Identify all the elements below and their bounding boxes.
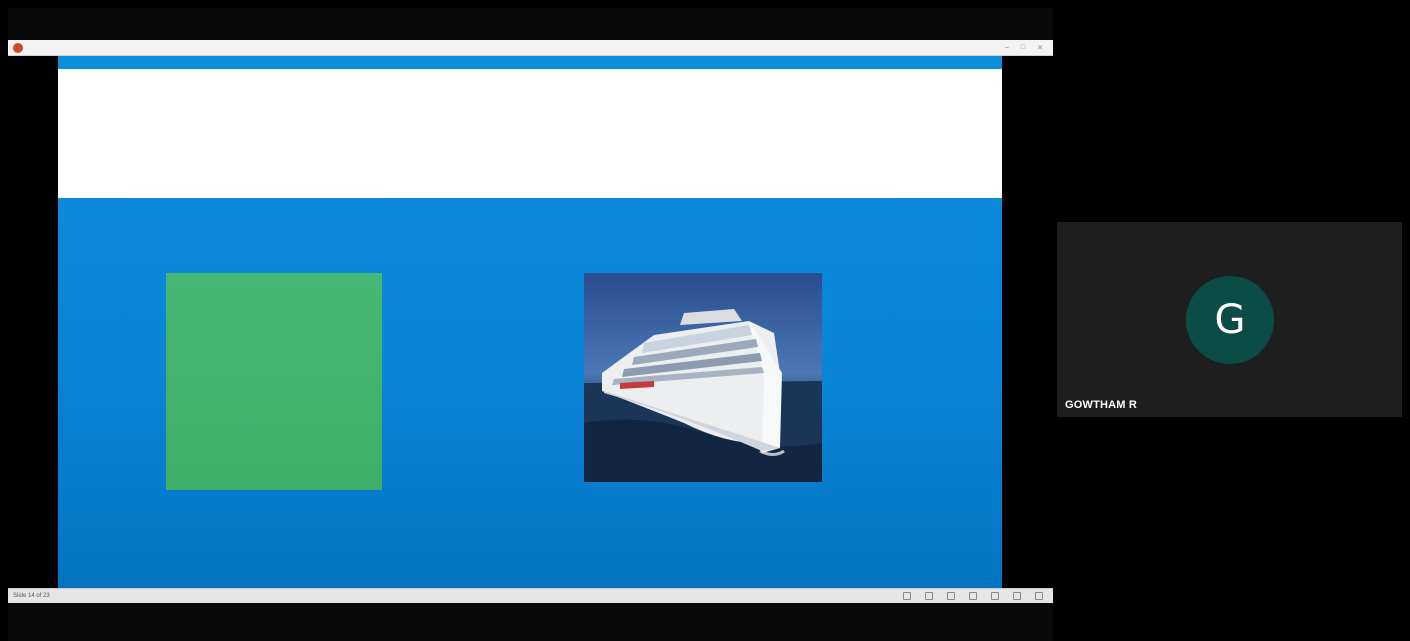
participant-tile[interactable]: G GOWTHAM R — [1057, 222, 1402, 417]
window-controls: – □ ✕ — [1005, 44, 1043, 52]
participant-name: GOWTHAM R — [1065, 399, 1138, 411]
ship-illustration — [584, 309, 822, 482]
powerpoint-icon — [13, 42, 23, 53]
presentation-status-bar: Slide 14 of 23 — [8, 588, 1053, 603]
notes-icon[interactable] — [903, 592, 911, 600]
slide-counter: Slide 14 of 23 — [13, 593, 50, 599]
slide-title-placeholder — [58, 69, 1002, 198]
minimize-icon[interactable]: – — [1005, 44, 1009, 52]
view-controls — [903, 592, 1043, 600]
maximize-icon[interactable]: □ — [1021, 44, 1025, 52]
cruise-ship-image — [584, 273, 822, 482]
slideshow-icon[interactable] — [1035, 592, 1043, 600]
slide-top-band — [58, 56, 1002, 69]
normal-view-icon[interactable] — [969, 592, 977, 600]
green-shape — [166, 273, 382, 490]
slide — [58, 56, 1002, 588]
comments-icon[interactable] — [925, 592, 933, 600]
close-icon[interactable]: ✕ — [1037, 44, 1043, 52]
presentation-titlebar: – □ ✕ — [8, 40, 1053, 56]
reading-view-icon[interactable] — [1013, 592, 1021, 600]
participant-avatar: G — [1186, 276, 1274, 364]
accessibility-icon[interactable] — [947, 592, 955, 600]
slide-sorter-icon[interactable] — [991, 592, 999, 600]
